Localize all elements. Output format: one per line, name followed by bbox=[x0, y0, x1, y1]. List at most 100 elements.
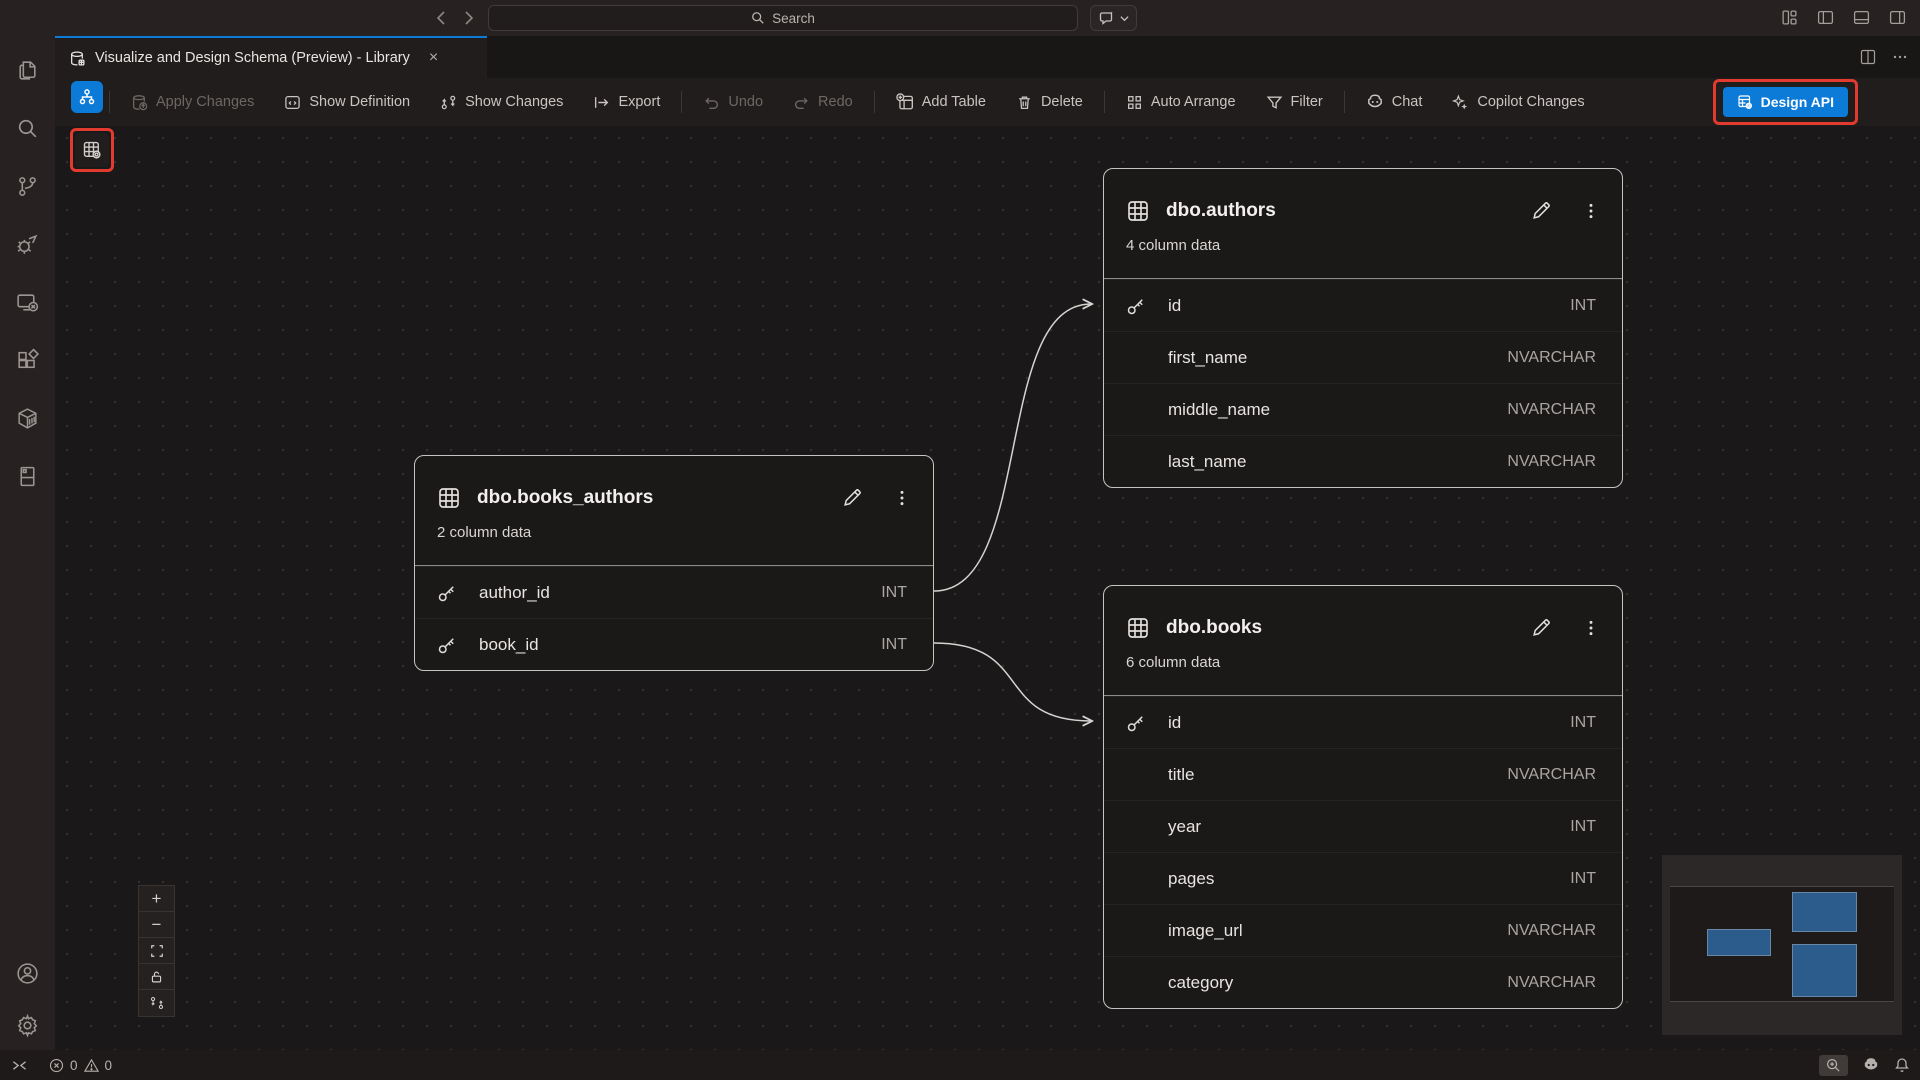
column-row[interactable]: pages INT bbox=[1104, 852, 1622, 904]
column-row[interactable]: id INT bbox=[1104, 696, 1622, 748]
column-row[interactable]: category NVARCHAR bbox=[1104, 956, 1622, 1008]
tab-close-icon[interactable]: × bbox=[429, 50, 438, 66]
forward-icon[interactable] bbox=[456, 6, 480, 30]
table-gear-icon bbox=[1737, 94, 1753, 110]
reset-layout-button[interactable] bbox=[139, 990, 174, 1016]
bell-icon[interactable] bbox=[1894, 1057, 1910, 1073]
redo-button[interactable]: Redo bbox=[793, 94, 853, 111]
copilot-chat-control[interactable] bbox=[1090, 5, 1137, 31]
search-icon bbox=[751, 11, 765, 25]
search-placeholder: Search bbox=[772, 11, 815, 26]
extensions-icon[interactable] bbox=[0, 336, 55, 384]
filter-button[interactable]: Filter bbox=[1266, 94, 1323, 111]
column-row[interactable]: book_id INT bbox=[415, 618, 933, 670]
column-name: first_name bbox=[1168, 348, 1507, 368]
show-changes-button[interactable]: Show Changes bbox=[440, 94, 563, 111]
lock-button[interactable] bbox=[139, 964, 174, 990]
zoom-status-button[interactable] bbox=[1819, 1055, 1848, 1076]
zoom-in-button[interactable]: + bbox=[139, 886, 174, 912]
undo-arrow-icon bbox=[703, 94, 720, 111]
export-button[interactable]: Export bbox=[593, 94, 660, 111]
edge-books-authors-to-authors[interactable] bbox=[934, 304, 1091, 591]
customize-layout-icon[interactable] bbox=[1781, 9, 1798, 26]
search-sidebar-icon[interactable] bbox=[0, 104, 55, 152]
column-row[interactable]: year INT bbox=[1104, 800, 1622, 852]
design-api-button[interactable]: Design API bbox=[1723, 87, 1848, 117]
source-control-icon[interactable] bbox=[0, 162, 55, 210]
schema-view-button[interactable] bbox=[71, 81, 103, 113]
column-row[interactable]: first_name NVARCHAR bbox=[1104, 331, 1622, 383]
minimap[interactable] bbox=[1662, 855, 1902, 1035]
column-type: NVARCHAR bbox=[1507, 349, 1596, 367]
back-icon[interactable] bbox=[430, 6, 454, 30]
fit-view-button[interactable] bbox=[139, 938, 174, 964]
chat-label: Chat bbox=[1392, 94, 1423, 110]
warning-count: 0 bbox=[105, 1058, 113, 1073]
settings-gear-icon[interactable] bbox=[0, 1001, 55, 1049]
remote-explorer-icon[interactable] bbox=[0, 278, 55, 326]
run-debug-icon[interactable] bbox=[0, 220, 55, 268]
column-name: book_id bbox=[479, 635, 881, 655]
funnel-icon bbox=[1266, 94, 1283, 111]
copilot-changes-label: Copilot Changes bbox=[1477, 94, 1584, 110]
column-row[interactable]: image_url NVARCHAR bbox=[1104, 904, 1622, 956]
edge-books-authors-to-books[interactable] bbox=[934, 643, 1091, 721]
auto-arrange-button[interactable]: Auto Arrange bbox=[1126, 94, 1236, 111]
warning-icon[interactable] bbox=[84, 1058, 99, 1073]
account-icon[interactable] bbox=[0, 949, 55, 997]
toolbar-separator bbox=[1344, 91, 1345, 113]
column-row[interactable]: last_name NVARCHAR bbox=[1104, 435, 1622, 487]
table-node-books-authors[interactable]: dbo.books_authors 2 column data author_i… bbox=[414, 455, 934, 671]
column-name: last_name bbox=[1168, 452, 1507, 472]
table-node-authors[interactable]: dbo.authors 4 column data id INT first_n… bbox=[1103, 168, 1623, 488]
fit-view-icon bbox=[150, 944, 164, 958]
kebab-menu-icon[interactable] bbox=[1582, 619, 1600, 637]
delete-button[interactable]: Delete bbox=[1016, 94, 1083, 111]
column-row[interactable]: id INT bbox=[1104, 279, 1622, 331]
column-row[interactable]: middle_name NVARCHAR bbox=[1104, 383, 1622, 435]
toggle-panel-icon[interactable] bbox=[1853, 9, 1870, 26]
zoom-out-button[interactable]: − bbox=[139, 912, 174, 938]
split-editor-icon[interactable] bbox=[1860, 49, 1876, 65]
database-project-icon[interactable] bbox=[0, 452, 55, 500]
search-input[interactable]: Search bbox=[488, 5, 1078, 31]
toggle-primary-sidebar-icon[interactable] bbox=[1817, 9, 1834, 26]
table-header[interactable]: dbo.books 6 column data bbox=[1104, 586, 1622, 696]
more-actions-icon[interactable] bbox=[1892, 49, 1908, 65]
primary-key-icon bbox=[1104, 296, 1168, 316]
table-header[interactable]: dbo.authors 4 column data bbox=[1104, 169, 1622, 279]
toggle-secondary-sidebar-icon[interactable] bbox=[1889, 9, 1906, 26]
schema-canvas[interactable]: dbo.books_authors 2 column data author_i… bbox=[55, 126, 1920, 1050]
redo-label: Redo bbox=[818, 94, 853, 110]
copilot-changes-button[interactable]: Copilot Changes bbox=[1452, 94, 1584, 111]
designer-toolbar: Apply Changes Show Definition Show Chang… bbox=[55, 78, 1920, 126]
remote-indicator-icon[interactable] bbox=[12, 1058, 27, 1073]
show-definition-button[interactable]: Show Definition bbox=[284, 94, 410, 111]
relationship-edges bbox=[55, 126, 1920, 1050]
minimap-node-books-authors bbox=[1707, 929, 1771, 956]
kebab-menu-icon[interactable] bbox=[1582, 202, 1600, 220]
export-arrow-icon bbox=[593, 94, 610, 111]
edit-pencil-icon[interactable] bbox=[1530, 617, 1552, 639]
error-icon[interactable] bbox=[49, 1058, 64, 1073]
undo-button[interactable]: Undo bbox=[703, 94, 763, 111]
apply-changes-button[interactable]: Apply Changes bbox=[131, 94, 254, 111]
column-row[interactable]: title NVARCHAR bbox=[1104, 748, 1622, 800]
design-api-highlight-box: Design API bbox=[1713, 79, 1858, 125]
add-table-button[interactable]: Add Table bbox=[896, 93, 986, 111]
kebab-menu-icon[interactable] bbox=[893, 489, 911, 507]
table-node-books[interactable]: dbo.books 6 column data id INT title NVA… bbox=[1103, 585, 1623, 1009]
edit-pencil-icon[interactable] bbox=[1530, 200, 1552, 222]
column-count: 2 column data bbox=[437, 524, 911, 541]
tab-visualize-design-schema[interactable]: Visualize and Design Schema (Preview) - … bbox=[55, 36, 487, 78]
chevron-down-icon bbox=[1120, 14, 1129, 23]
table-header[interactable]: dbo.books_authors 2 column data bbox=[415, 456, 933, 566]
chat-button[interactable]: Chat bbox=[1366, 93, 1423, 111]
title-bar: Search bbox=[0, 0, 1920, 36]
edit-pencil-icon[interactable] bbox=[841, 487, 863, 509]
column-row[interactable]: author_id INT bbox=[415, 566, 933, 618]
copilot-status-icon[interactable] bbox=[1862, 1056, 1880, 1074]
table-name: dbo.books bbox=[1166, 617, 1514, 639]
database-container-icon[interactable] bbox=[0, 394, 55, 442]
explorer-icon[interactable] bbox=[0, 46, 55, 94]
